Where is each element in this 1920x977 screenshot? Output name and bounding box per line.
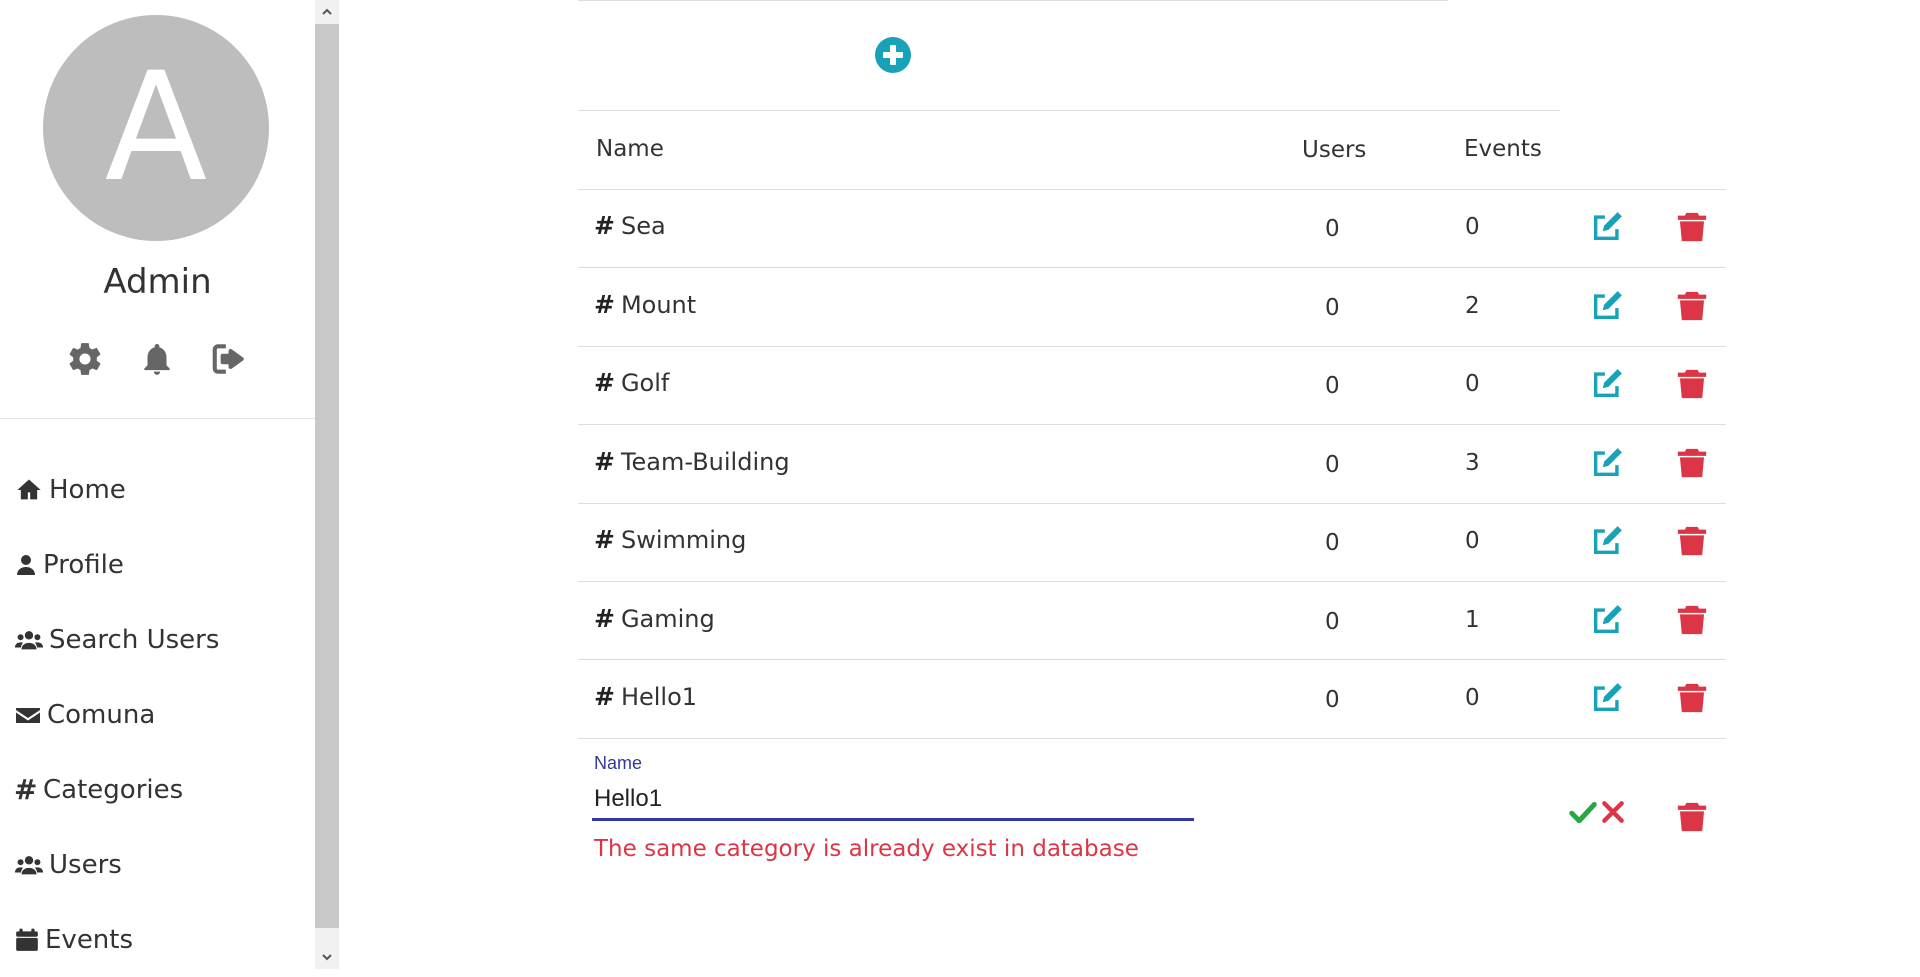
events-count: 0: [1465, 371, 1480, 397]
sidebar: A Admin Home Profile Search Users Comuna…: [0, 0, 315, 969]
hashtag-icon: #: [594, 525, 615, 554]
users-count: 0: [1325, 609, 1340, 635]
gear-icon[interactable]: [66, 340, 104, 378]
sidebar-item-label: Categories: [43, 774, 184, 805]
add-category-button[interactable]: [875, 37, 911, 73]
home-icon: [17, 479, 41, 499]
row-border: [578, 738, 1726, 739]
sidebar-nav: Home Profile Search Users Comuna # Categ…: [0, 452, 315, 977]
category-name: # Mount: [594, 290, 697, 319]
avatar: A: [43, 15, 269, 241]
envelope-icon: [16, 707, 40, 723]
row-border: [578, 267, 1726, 268]
sidebar-item-home[interactable]: Home: [0, 452, 315, 527]
sidebar-item-search-users[interactable]: Search Users: [0, 602, 315, 677]
category-name: # Swimming: [594, 525, 747, 554]
edit-icon[interactable]: [1590, 367, 1624, 401]
trash-icon[interactable]: [1675, 681, 1709, 715]
category-name: # Gaming: [594, 604, 715, 633]
header-bottom-border: [578, 189, 1726, 190]
category-name-input[interactable]: [592, 780, 1194, 821]
validation-error: The same category is already exist in da…: [594, 836, 1139, 862]
trash-icon[interactable]: [1675, 446, 1709, 480]
check-icon[interactable]: [1568, 797, 1598, 827]
events-count: 0: [1465, 214, 1480, 240]
sign-out-icon[interactable]: [210, 340, 248, 378]
hashtag-icon: #: [594, 604, 615, 633]
events-count: 0: [1465, 528, 1480, 554]
sidebar-scrollbar[interactable]: [315, 0, 339, 969]
column-header-users: Users: [1302, 137, 1367, 163]
users-count: 0: [1325, 373, 1340, 399]
profile-name: Admin: [103, 262, 212, 302]
sidebar-item-comuna[interactable]: Comuna: [0, 677, 315, 752]
row-border: [578, 424, 1726, 425]
users-count: 0: [1325, 687, 1340, 713]
trash-icon[interactable]: [1675, 603, 1709, 637]
sidebar-item-label: Comuna: [47, 699, 156, 730]
events-count: 0: [1465, 685, 1480, 711]
sidebar-item-label: Home: [49, 474, 126, 505]
users-icon: [14, 630, 44, 649]
scroll-up-arrow[interactable]: [315, 0, 339, 24]
avatar-letter: A: [104, 41, 208, 215]
hashtag-icon: #: [594, 368, 615, 397]
users-count: 0: [1325, 216, 1340, 242]
users-count: 0: [1325, 295, 1340, 321]
edit-icon[interactable]: [1590, 681, 1624, 715]
trash-icon[interactable]: [1675, 367, 1709, 401]
row-border: [578, 503, 1726, 504]
header-top-border: [578, 110, 1560, 111]
chevron-up-icon: [322, 8, 332, 15]
edit-icon[interactable]: [1590, 289, 1624, 323]
sidebar-item-label: Profile: [43, 549, 124, 580]
hashtag-icon: #: [594, 211, 615, 240]
calendar-icon: [16, 928, 38, 951]
sidebar-divider: [0, 418, 315, 419]
row-border: [578, 659, 1726, 660]
bell-icon[interactable]: [138, 340, 176, 378]
sidebar-item-events[interactable]: Events: [0, 902, 315, 977]
category-name: # Sea: [594, 211, 666, 240]
column-header-events: Events: [1464, 136, 1542, 162]
sidebar-item-categories[interactable]: # Categories: [0, 752, 315, 827]
trash-icon[interactable]: [1675, 800, 1709, 834]
hashtag-icon: #: [594, 682, 615, 711]
users-count: 0: [1325, 530, 1340, 556]
users-count: 0: [1325, 452, 1340, 478]
sidebar-item-users[interactable]: Users: [0, 827, 315, 902]
chevron-down-icon: [322, 954, 332, 961]
edit-icon[interactable]: [1590, 446, 1624, 480]
user-icon: [17, 554, 35, 575]
hashtag-icon: #: [594, 290, 615, 319]
category-name: # Team-Building: [594, 447, 790, 476]
close-icon[interactable]: [1600, 799, 1626, 825]
category-name: # Hello1: [594, 682, 698, 711]
row-border: [578, 346, 1726, 347]
scroll-down-arrow[interactable]: [315, 945, 339, 969]
edit-icon[interactable]: [1590, 603, 1624, 637]
events-count: 2: [1465, 293, 1480, 319]
scroll-thumb[interactable]: [315, 24, 339, 928]
edit-icon[interactable]: [1590, 210, 1624, 244]
trash-icon[interactable]: [1675, 524, 1709, 558]
events-count: 3: [1465, 450, 1480, 476]
category-name: # Golf: [594, 368, 670, 397]
hashtag-icon: #: [14, 773, 38, 806]
edit-icon[interactable]: [1590, 524, 1624, 558]
column-header-name: Name: [596, 136, 664, 162]
table-top-border: [578, 0, 1448, 1]
hashtag-icon: #: [594, 447, 615, 476]
sidebar-item-profile[interactable]: Profile: [0, 527, 315, 602]
trash-icon[interactable]: [1675, 210, 1709, 244]
users-icon: [14, 855, 44, 874]
name-field-label: Name: [594, 753, 643, 773]
row-border: [578, 581, 1726, 582]
sidebar-item-label: Events: [45, 924, 134, 955]
profile-actions: [66, 340, 248, 378]
events-count: 1: [1465, 607, 1480, 633]
sidebar-item-label: Search Users: [49, 624, 220, 655]
trash-icon[interactable]: [1675, 289, 1709, 323]
sidebar-item-label: Users: [49, 849, 122, 880]
